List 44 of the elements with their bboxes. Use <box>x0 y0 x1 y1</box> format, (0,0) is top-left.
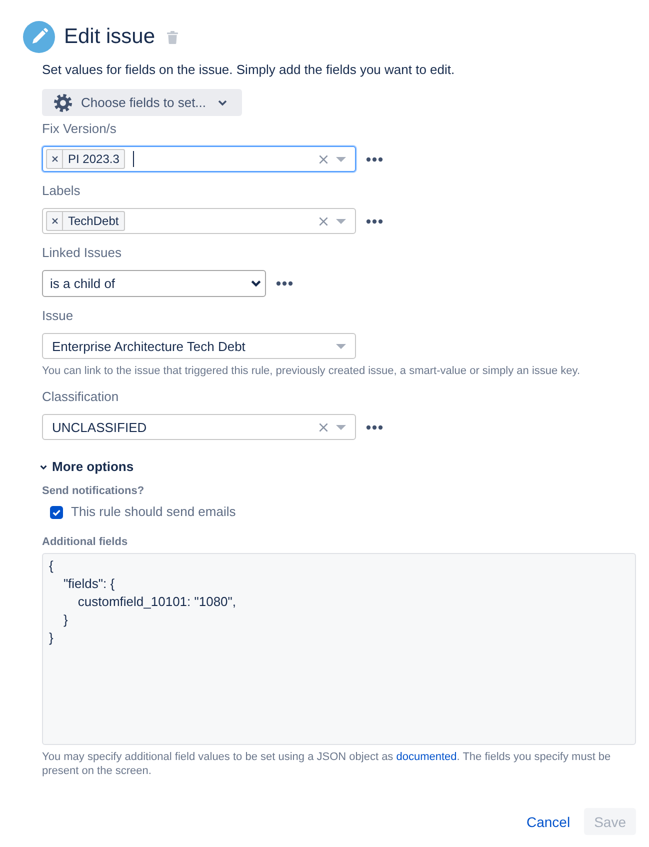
pencil-icon <box>23 21 55 53</box>
choose-fields-button[interactable]: Choose fields to set... <box>42 89 242 116</box>
multi-select-field[interactable]: TechDebt <box>42 208 356 234</box>
field-label: Fix Version/s <box>42 121 118 137</box>
multi-select-field[interactable]: PI 2023.3 <box>42 146 356 172</box>
help-text: You can link to the issue that triggered this rule, previously created issue, a smart-value or simply an issue key. <box>42 364 582 378</box>
checkbox-label: This rule should send emails <box>71 504 236 520</box>
caret-down-icon[interactable] <box>336 424 346 430</box>
caret-down-icon[interactable] <box>336 218 346 224</box>
chevron-down-icon <box>218 100 228 106</box>
caret-down-icon[interactable] <box>336 156 346 162</box>
select-field[interactable]: UNCLASSIFIED <box>42 414 356 440</box>
trash-icon[interactable] <box>167 30 178 44</box>
clear-icon[interactable] <box>319 422 328 432</box>
caret-down-icon[interactable] <box>336 344 346 348</box>
description-text: Set values for fields on the issue. Simply add the fields you want to edit. <box>42 62 456 78</box>
cancel-link[interactable]: Cancel <box>526 812 570 830</box>
section-label: Send notifications? <box>42 484 146 498</box>
checkbox[interactable] <box>50 506 63 518</box>
json-editor-field[interactable]: { "fields": { customfield_10101: "1080", } } <box>42 553 636 745</box>
close-icon <box>52 218 58 224</box>
select-field[interactable]: Enterprise Architecture Tech Debt <box>42 333 356 359</box>
field-label: Labels <box>42 183 82 199</box>
documented-link[interactable]: documented <box>396 751 457 763</box>
ellipsis-icon[interactable] <box>366 424 383 430</box>
ellipsis-icon[interactable] <box>366 156 383 162</box>
dropdown-select[interactable]: is a child of <box>42 270 266 297</box>
ellipsis-icon[interactable] <box>366 218 383 224</box>
field-label: Classification <box>42 389 120 405</box>
help-text: You may specify additional field values to be set using a JSON object as documented. The fields you specify must be present on the screen. <box>42 750 612 778</box>
more-options-toggle[interactable]: More options <box>40 459 134 475</box>
chevron-down-icon <box>251 280 261 287</box>
tag-label: PI 2023.3 <box>67 151 120 168</box>
field-label: Issue <box>42 308 74 324</box>
tag-label: TechDebt <box>67 213 120 230</box>
page-title: Edit issue <box>64 24 156 50</box>
section-label: Additional fields <box>42 535 129 549</box>
clear-icon[interactable] <box>319 154 328 164</box>
field-label: Linked Issues <box>42 245 122 261</box>
close-icon <box>52 156 58 162</box>
text-cursor <box>133 151 134 167</box>
clear-icon[interactable] <box>319 216 328 226</box>
gear-icon <box>54 94 72 112</box>
ellipsis-icon[interactable] <box>276 281 293 286</box>
